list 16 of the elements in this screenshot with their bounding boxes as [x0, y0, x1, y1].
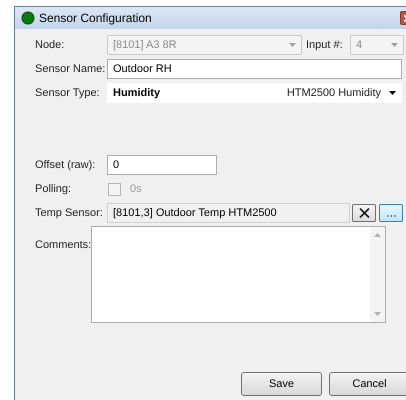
sensor-name-field[interactable]: Outdoor RH	[107, 59, 402, 79]
field-label: Node:	[35, 38, 66, 53]
window-title: Sensor Configuration	[39, 10, 153, 27]
save-button[interactable]: Save	[241, 372, 322, 396]
field-label: Comments:	[35, 239, 92, 251]
temp-sensor-field: [8101,3] Outdoor Temp HTM2500	[107, 203, 350, 223]
field-label: Sensor Type:	[35, 86, 101, 101]
offset-field[interactable]: 0	[107, 155, 217, 175]
field-label: Input #:	[306, 38, 344, 53]
field-label: Polling:	[35, 182, 72, 197]
cancel-button[interactable]: Cancel	[329, 372, 406, 396]
field-label: Temp Sensor:	[35, 206, 104, 221]
polling-interval: 0s	[130, 182, 142, 197]
field-label: Sensor Name:	[35, 62, 106, 77]
field-label: Offset (raw):	[35, 158, 96, 173]
sensor-type-dropdown[interactable]: Humidity HTM2500 Humidity	[107, 83, 402, 103]
